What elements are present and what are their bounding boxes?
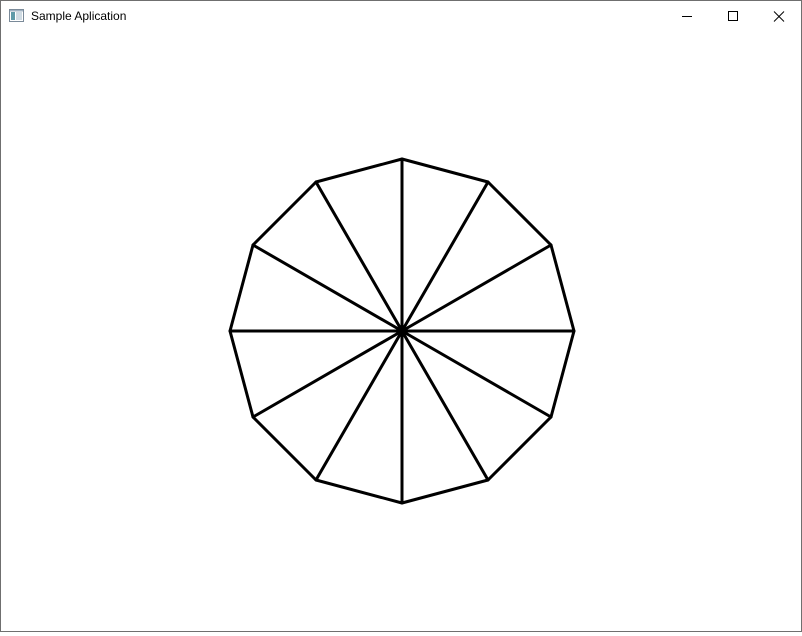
maximize-icon (728, 11, 738, 21)
window-title: Sample Aplication (31, 9, 127, 23)
drawing-canvas (1, 32, 801, 631)
app-window-icon (9, 9, 24, 22)
application-window: Sample Aplication (0, 0, 802, 632)
close-button[interactable] (756, 1, 802, 32)
polygon-drawing (228, 157, 576, 505)
minimize-icon (682, 16, 692, 17)
minimize-button[interactable] (664, 1, 710, 32)
maximize-button[interactable] (710, 1, 756, 32)
title-bar[interactable]: Sample Aplication (1, 1, 801, 32)
close-icon (773, 11, 785, 22)
